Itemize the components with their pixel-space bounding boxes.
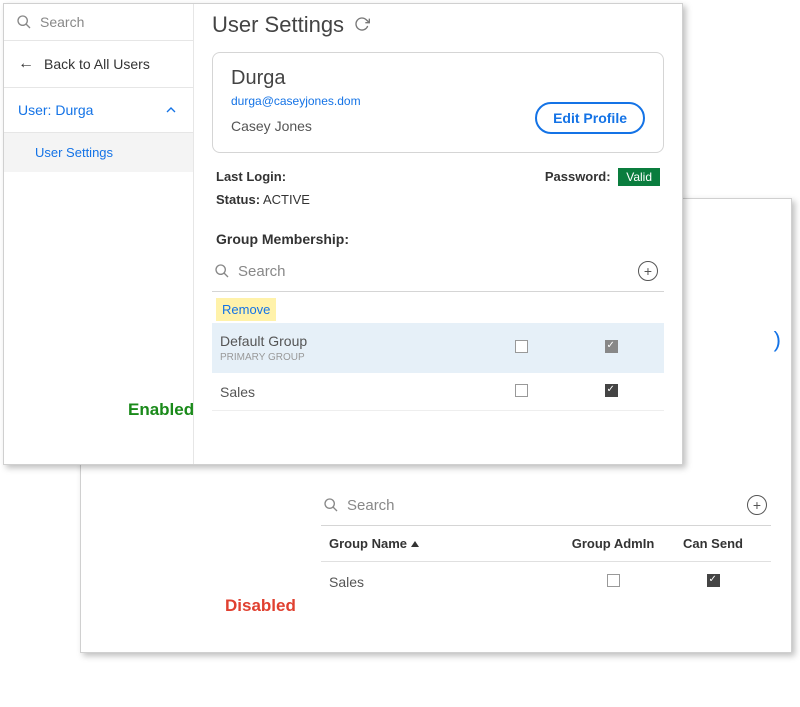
primary-group-tag: PRIMARY GROUP [220, 352, 476, 363]
back-label: Back to All Users [44, 56, 150, 72]
page-title: User Settings [212, 12, 344, 38]
password-label: Password: [545, 169, 611, 184]
group-admin-checkbox[interactable] [607, 574, 620, 587]
header-group-admin[interactable]: Group AdmIn [563, 536, 663, 551]
annotation-enabled: Enabled [128, 400, 194, 420]
sidebar-search-input[interactable] [40, 14, 160, 30]
edit-profile-peek: ) [774, 327, 781, 353]
chevron-up-icon [163, 102, 179, 118]
user-name: Durga [231, 67, 361, 90]
status-label: Status: [216, 192, 260, 207]
header-group-name[interactable]: Group Name [329, 536, 563, 551]
group-admin-checkbox[interactable] [515, 384, 528, 397]
panel-enabled-state: ← Back to All Users User: Durga User Set… [3, 3, 683, 465]
group-membership-title: Group Membership: [212, 221, 664, 255]
group-search-row-back: + [321, 489, 771, 526]
remove-link[interactable]: Remove [216, 298, 276, 321]
sidebar-item-user-settings[interactable]: User Settings [4, 133, 193, 172]
search-icon [214, 263, 230, 279]
sidebar: ← Back to All Users User: Durga User Set… [4, 4, 194, 464]
group-name: Sales [220, 384, 255, 400]
user-email-link[interactable]: durga@caseyjones.dom [231, 94, 361, 108]
sidebar-user-label: User: Durga [18, 102, 93, 118]
add-group-button[interactable]: + [638, 261, 658, 281]
group-search-input-back[interactable] [347, 497, 546, 514]
group-admin-checkbox[interactable] [515, 340, 528, 353]
search-icon [16, 14, 32, 30]
group-name: Default Group [220, 333, 307, 349]
edit-profile-button[interactable]: Edit Profile [535, 102, 645, 134]
can-send-checkbox[interactable] [707, 574, 720, 587]
search-icon [323, 497, 339, 513]
last-login-label: Last Login: [216, 169, 286, 184]
group-table-header: Group Name Group AdmIn Can Send [321, 526, 771, 562]
annotation-disabled: Disabled [225, 596, 296, 616]
status-value: ACTIVE [263, 192, 310, 207]
refresh-icon[interactable] [354, 16, 370, 35]
arrow-left-icon: ← [18, 55, 34, 73]
can-send-checkbox[interactable] [605, 384, 618, 397]
user-company: Casey Jones [231, 118, 361, 134]
user-card: Durga durga@caseyjones.dom Casey Jones E… [212, 52, 664, 153]
add-group-button-back[interactable]: + [747, 495, 767, 515]
sidebar-search [4, 4, 193, 41]
sort-asc-icon [411, 541, 419, 547]
password-badge: Valid [618, 168, 660, 186]
group-name-cell: Sales [329, 574, 563, 590]
group-row-default[interactable]: Default Group PRIMARY GROUP [212, 323, 664, 374]
back-to-all-users[interactable]: ← Back to All Users [4, 41, 193, 88]
header-can-send[interactable]: Can Send [663, 536, 763, 551]
sidebar-user-toggle[interactable]: User: Durga [4, 88, 193, 133]
main-content: User Settings Durga durga@caseyjones.dom… [194, 4, 682, 464]
can-send-checkbox[interactable] [605, 340, 618, 353]
group-row-back[interactable]: Sales [321, 562, 771, 602]
group-search-input[interactable] [238, 263, 437, 280]
group-row-sales[interactable]: Sales [212, 374, 664, 411]
